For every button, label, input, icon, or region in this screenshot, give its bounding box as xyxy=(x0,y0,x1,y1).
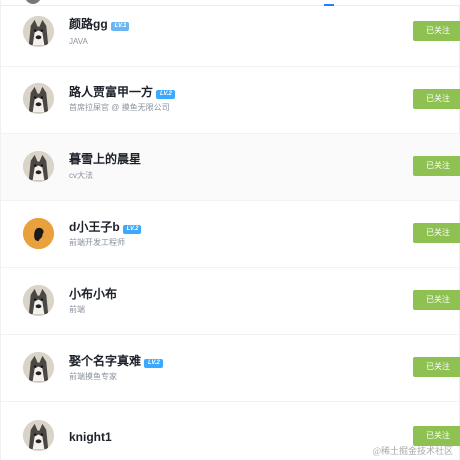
follow-button[interactable]: 已关注 xyxy=(413,21,460,41)
watermark: @稀土掘金技术社区 xyxy=(372,446,453,456)
user-name[interactable]: d小王子b LV.2 xyxy=(69,220,142,234)
orange-silhouette-icon[interactable] xyxy=(23,218,54,249)
list-item: d小王子b LV.2 前端开发工程师 已关注 xyxy=(1,201,460,268)
user-description: 前端 xyxy=(69,305,85,314)
user-name[interactable]: 暮雪上的晨星 xyxy=(69,152,141,166)
husky-dog-icon[interactable] xyxy=(23,352,54,383)
level-badge: LV.2 xyxy=(144,359,163,368)
user-description: 前端开发工程师 xyxy=(69,238,125,247)
level-badge: LV.2 xyxy=(156,90,175,99)
follow-button[interactable]: 已关注 xyxy=(413,156,460,176)
user-description: 首席拉屎官 @ 摸鱼无限公司 xyxy=(69,103,170,112)
follow-button[interactable]: 已关注 xyxy=(413,290,460,310)
user-name[interactable]: 娶个名字真难 LV.2 xyxy=(69,354,163,368)
husky-dog-icon[interactable] xyxy=(23,83,54,114)
list-item: 颜路gg LV.1 JAVA 已关注 xyxy=(1,0,460,67)
follow-button[interactable]: 已关注 xyxy=(413,223,460,243)
list-item: 小布小布 前端 已关注 xyxy=(1,268,460,335)
follow-button[interactable]: 已关注 xyxy=(413,357,460,377)
husky-dog-icon[interactable] xyxy=(23,420,54,451)
husky-dog-icon[interactable] xyxy=(23,151,54,182)
following-list-page: 颜路gg LV.1 JAVA 已关注 路人贾富甲一方 LV.2 首席拉屎官 @ 摸鱼… xyxy=(0,0,460,460)
level-badge: LV.2 xyxy=(122,225,142,234)
user-name[interactable]: 小布小布 xyxy=(69,287,117,301)
husky-dog-icon[interactable] xyxy=(23,16,54,47)
list-item: 娶个名字真难 LV.2 前端摸鱼专家 已关注 xyxy=(1,335,460,402)
level-badge: LV.1 xyxy=(110,22,130,31)
user-description: cv大法 xyxy=(69,171,93,180)
user-description: 前端摸鱼专家 xyxy=(69,372,117,381)
list-item: 暮雪上的晨星 cv大法 已关注 xyxy=(1,134,460,201)
user-name[interactable]: 颜路gg LV.1 xyxy=(69,17,130,31)
list-item: 路人贾富甲一方 LV.2 首席拉屎官 @ 摸鱼无限公司 已关注 xyxy=(1,67,460,134)
follow-button[interactable]: 已关注 xyxy=(413,426,460,446)
user-description: JAVA xyxy=(69,37,88,46)
user-name[interactable]: 路人贾富甲一方 LV.2 xyxy=(69,85,175,99)
user-name[interactable]: knight1 xyxy=(69,430,112,444)
follow-button[interactable]: 已关注 xyxy=(413,89,460,109)
husky-dog-icon[interactable] xyxy=(23,285,54,316)
